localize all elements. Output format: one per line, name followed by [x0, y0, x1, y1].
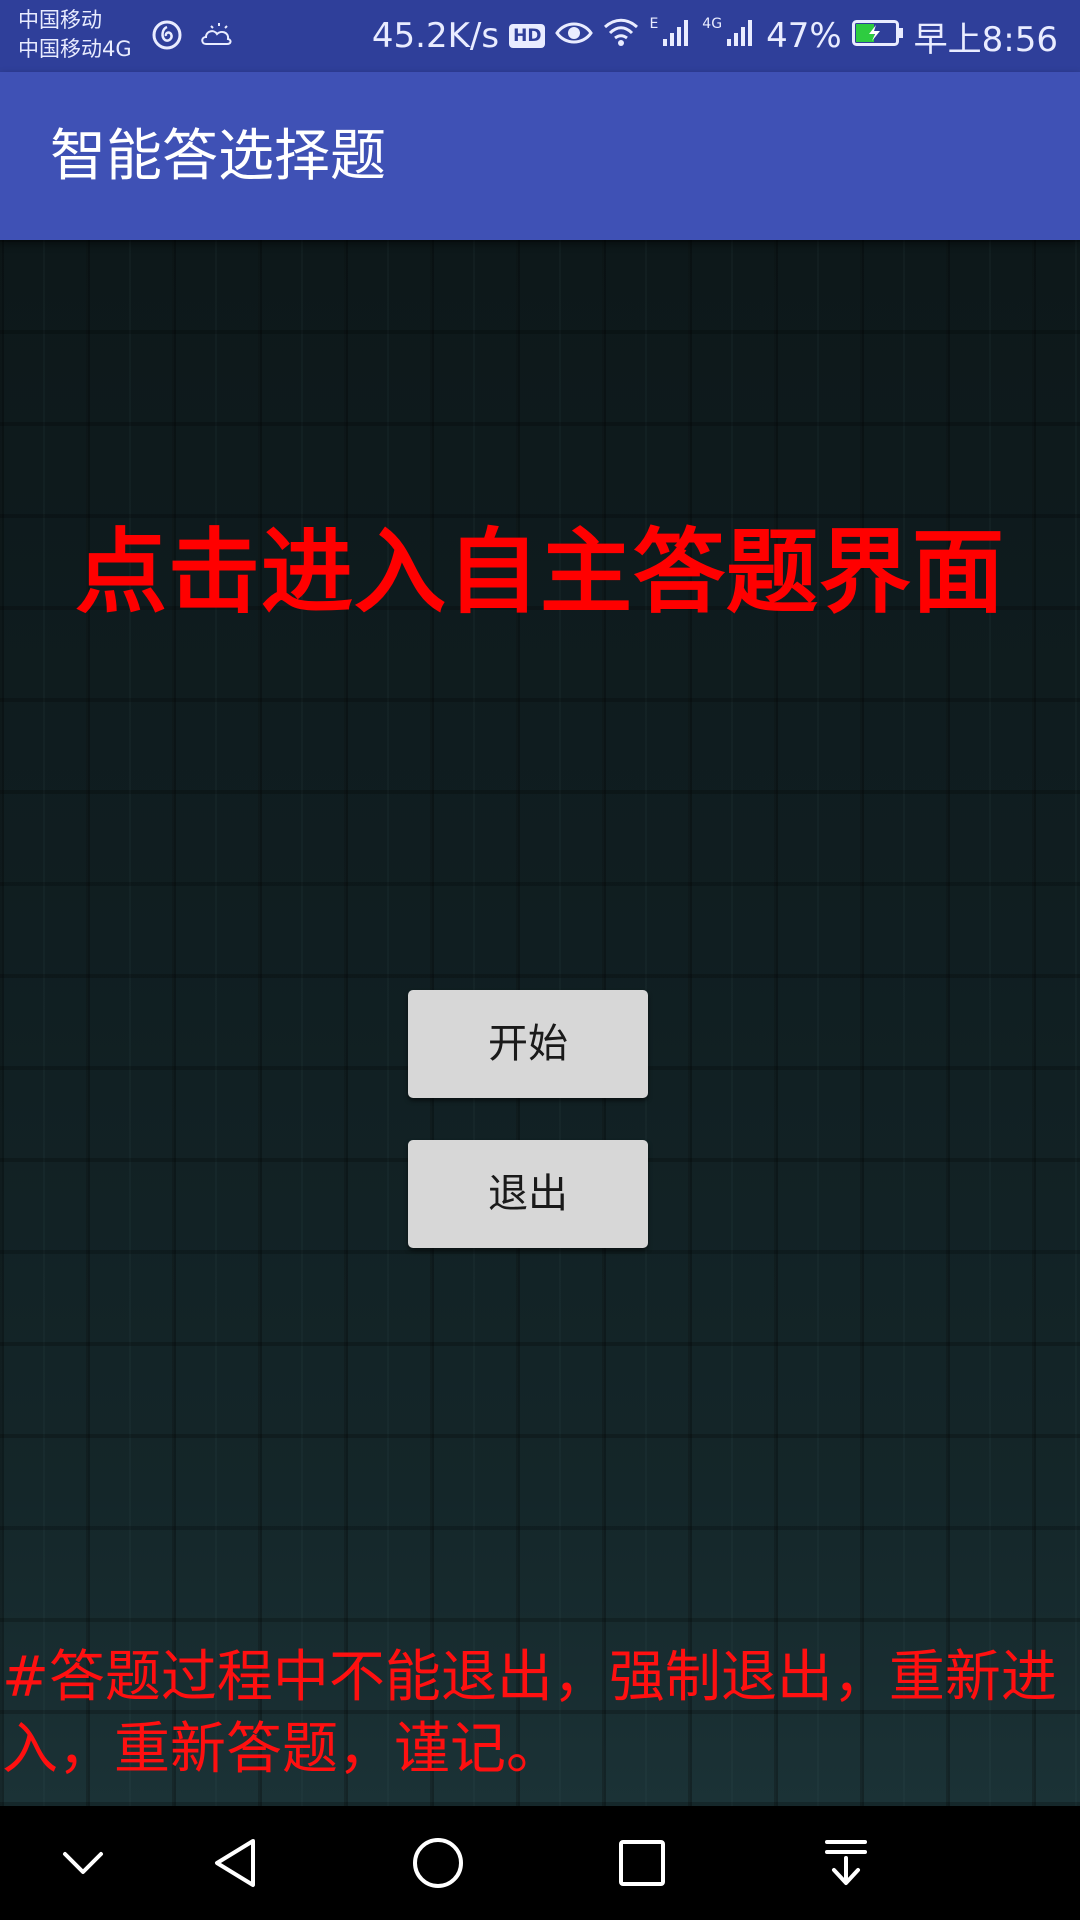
signal-strength-icon — [662, 16, 692, 56]
home-circle-icon[interactable] — [403, 1828, 473, 1898]
notification-icons — [150, 18, 234, 56]
hide-nav-chevron-icon[interactable] — [48, 1828, 118, 1898]
battery-percent: 47% — [766, 16, 842, 56]
network-speed: 45.2K/s — [371, 16, 500, 56]
signal-strength-icon — [726, 16, 756, 56]
app-bar: 智能答选择题 — [0, 72, 1080, 240]
navigation-bar — [0, 1806, 1080, 1920]
status-bar: 中国移动 中国移动4G 45.2K/s HD E 4G 47% 早上8:56 — [0, 0, 1080, 72]
start-button[interactable]: 开始 — [408, 990, 648, 1098]
weather-cloudy-icon — [198, 20, 234, 54]
exit-button[interactable]: 退出 — [408, 1140, 648, 1248]
signal-1-label: E — [649, 16, 659, 32]
wifi-icon — [603, 16, 639, 56]
headline: 点击进入自主答题界面 — [74, 519, 1005, 626]
back-triangle-icon[interactable] — [200, 1828, 270, 1898]
carrier-2: 中国移动4G — [18, 37, 132, 61]
carrier-info: 中国移动 中国移动4G — [18, 6, 132, 64]
main-content: 点击进入自主答题界面 开始 退出 #答题过程中不能退出，强制退出，重新进入，重新… — [0, 240, 1080, 1806]
hd-badge: HD — [509, 24, 546, 48]
notice-text: #答题过程中不能退出，强制退出，重新进入，重新答题，谨记。 — [2, 1645, 1057, 1782]
battery-charging-icon — [851, 16, 904, 56]
notification-pull-down-icon[interactable] — [811, 1828, 881, 1898]
screen: 中国移动 中国移动4G 45.2K/s HD E 4G 47% 早上8:56 智… — [0, 0, 1080, 1920]
clock: 早上8:56 — [913, 19, 1058, 60]
status-right: 45.2K/s HD E 4G 47% 早上8:56 — [372, 12, 1058, 60]
signal-2-label: 4G — [702, 16, 723, 32]
app-title: 智能答选择题 — [50, 124, 386, 189]
carrier-1: 中国移动 — [18, 8, 102, 32]
netease-cloud-music-icon — [150, 18, 184, 56]
recents-square-icon[interactable] — [607, 1828, 677, 1898]
eye-comfort-icon — [555, 16, 594, 56]
